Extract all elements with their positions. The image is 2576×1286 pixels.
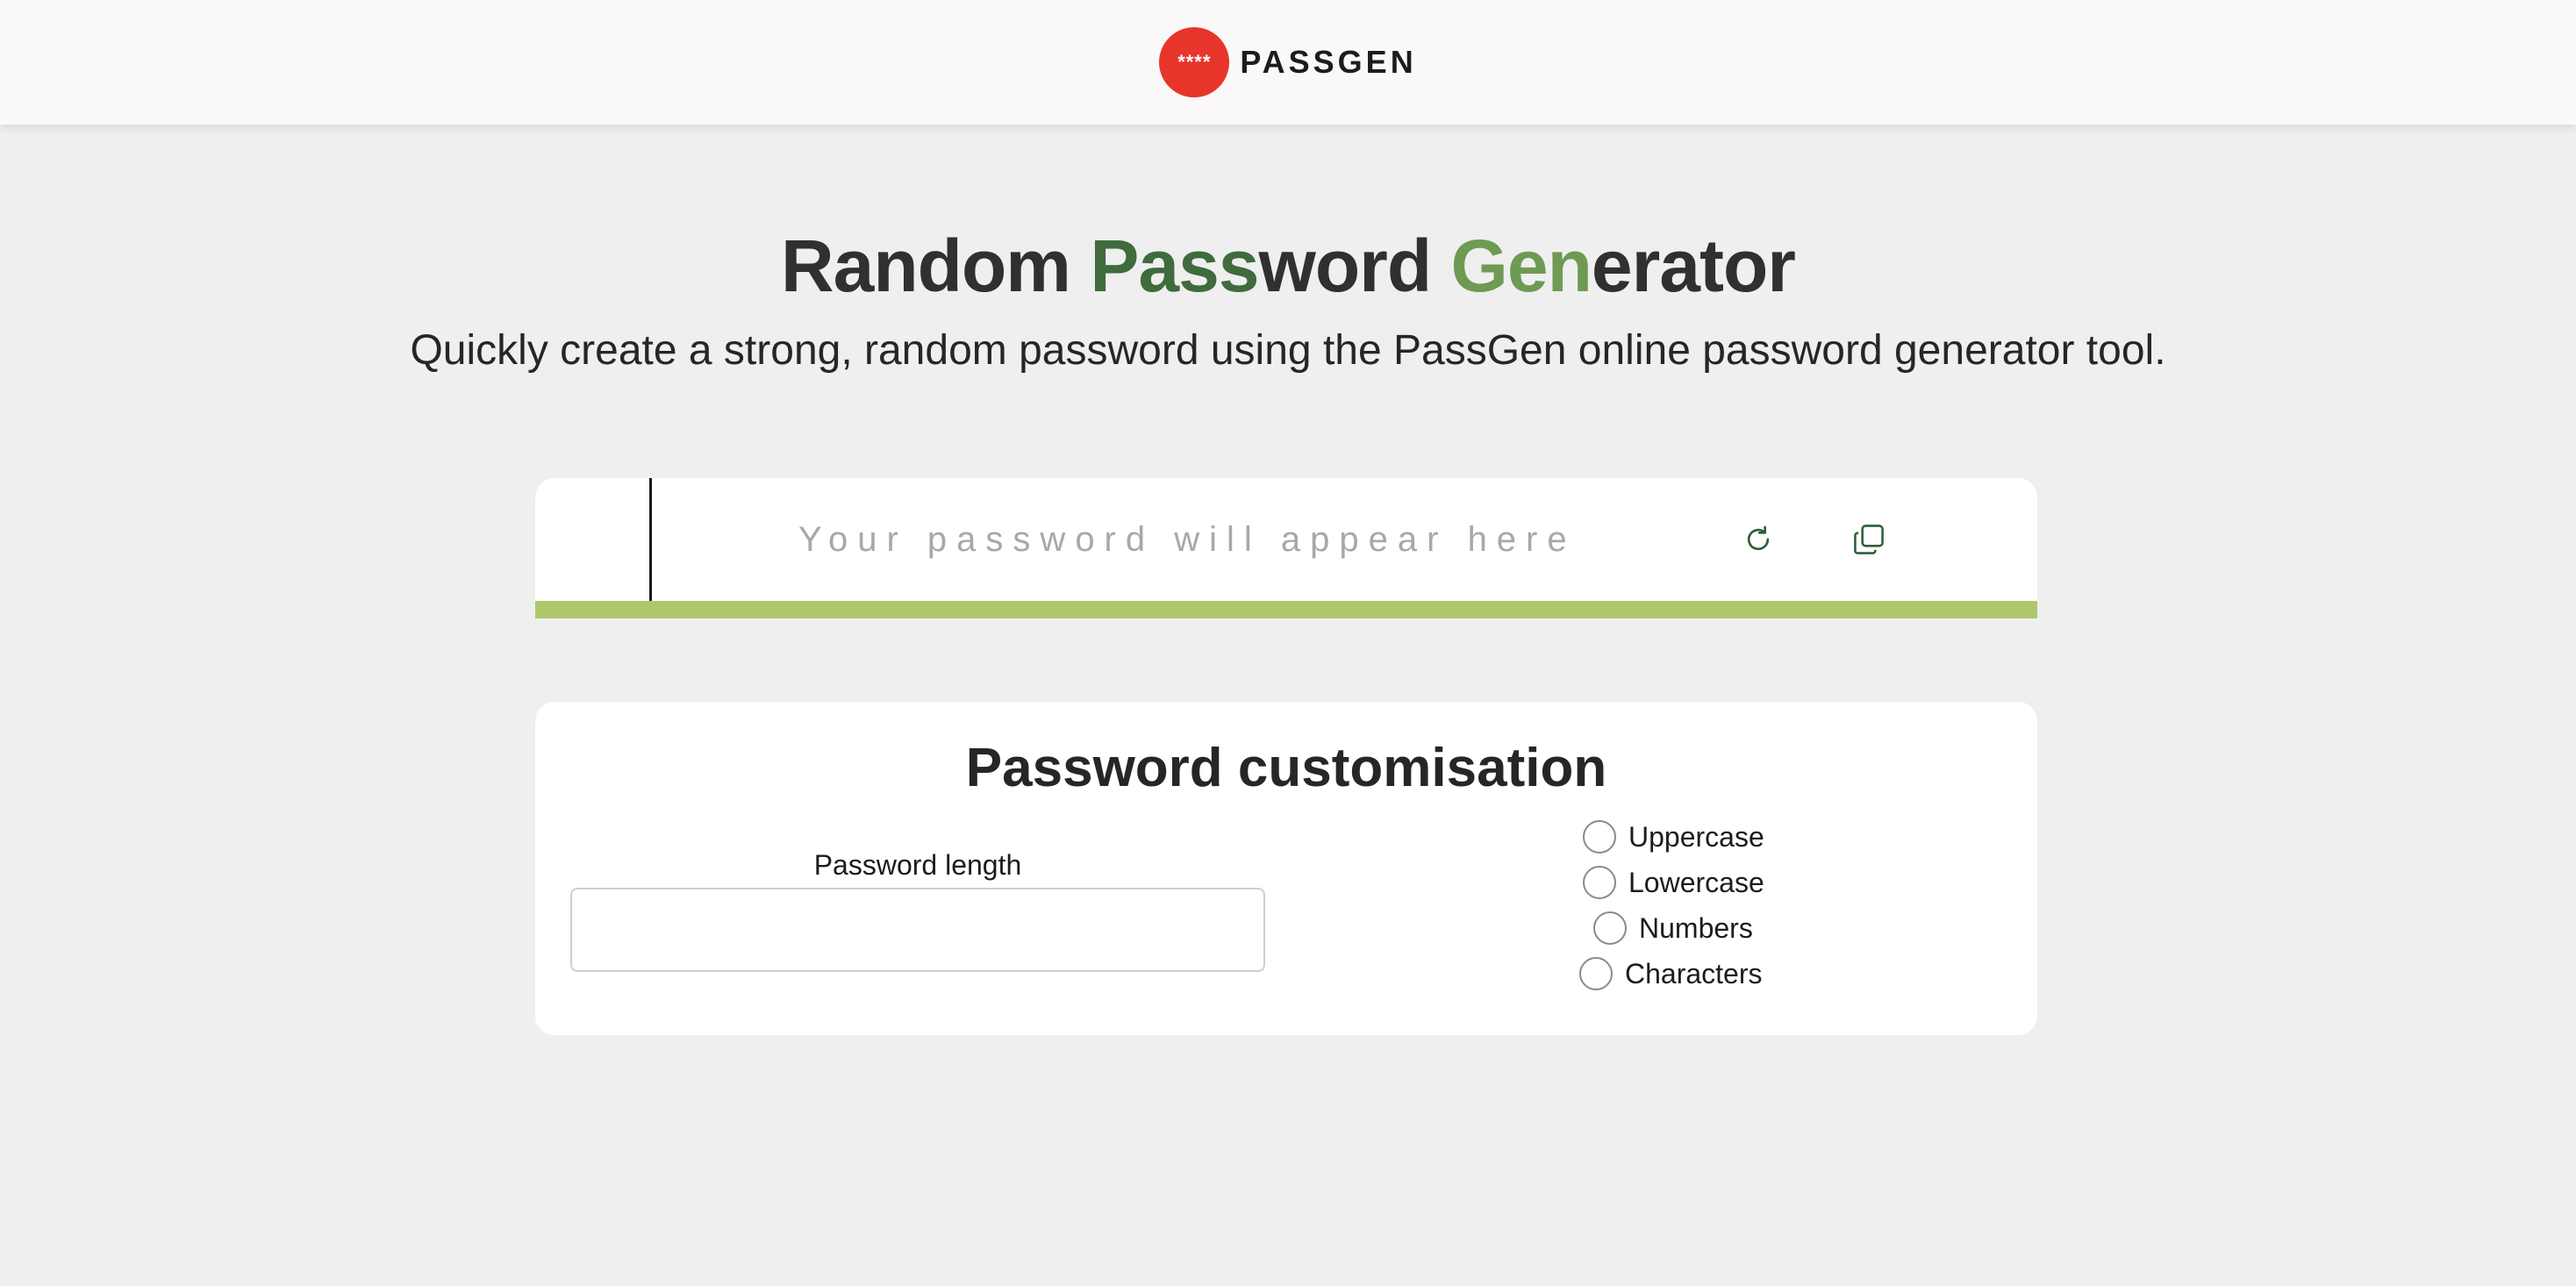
- password-length-label: Password length: [813, 849, 1022, 881]
- option-label: Uppercase: [1628, 820, 1764, 853]
- password-length-input[interactable]: [570, 888, 1265, 972]
- title-part-pass: Pass: [1090, 225, 1259, 307]
- title-part-random: Random: [780, 225, 1091, 307]
- title-part-gen: Gen: [1450, 225, 1592, 307]
- title-part-word: word: [1258, 225, 1451, 307]
- page-subtitle: Quickly create a strong, random password…: [410, 327, 2166, 374]
- numbers-radio[interactable]: [1593, 911, 1627, 945]
- uppercase-radio[interactable]: [1583, 820, 1616, 854]
- top-header: **** PASSGEN: [0, 0, 2576, 125]
- password-output-card: Your password will appear here: [535, 478, 2037, 618]
- option-characters[interactable]: Characters: [1579, 957, 1763, 990]
- logo-text: PASSGEN: [1240, 44, 1417, 80]
- strength-bar: [535, 601, 2037, 618]
- logo[interactable]: **** PASSGEN: [1159, 27, 1416, 97]
- option-label: Lowercase: [1628, 866, 1764, 898]
- copy-icon: [1850, 520, 1888, 563]
- lowercase-radio[interactable]: [1583, 866, 1616, 899]
- logo-badge-icon: ****: [1159, 27, 1230, 97]
- option-label: Numbers: [1639, 911, 1753, 944]
- title-part-erator: erator: [1591, 225, 1796, 307]
- option-lowercase[interactable]: Lowercase: [1583, 866, 1764, 899]
- customisation-card: Password customisation Password length U…: [535, 702, 2037, 1035]
- password-output-field[interactable]: [798, 478, 1290, 601]
- characters-radio[interactable]: [1579, 957, 1613, 990]
- refresh-icon: [1741, 522, 1776, 561]
- regenerate-button[interactable]: [1730, 513, 1786, 569]
- option-uppercase[interactable]: Uppercase: [1583, 820, 1764, 854]
- page-title: Random Password Generator: [0, 224, 2576, 309]
- copy-button[interactable]: [1841, 513, 1897, 569]
- option-label: Characters: [1625, 957, 1763, 990]
- customisation-title: Password customisation: [965, 738, 1607, 798]
- text-cursor: [649, 478, 652, 601]
- option-numbers[interactable]: Numbers: [1593, 911, 1753, 945]
